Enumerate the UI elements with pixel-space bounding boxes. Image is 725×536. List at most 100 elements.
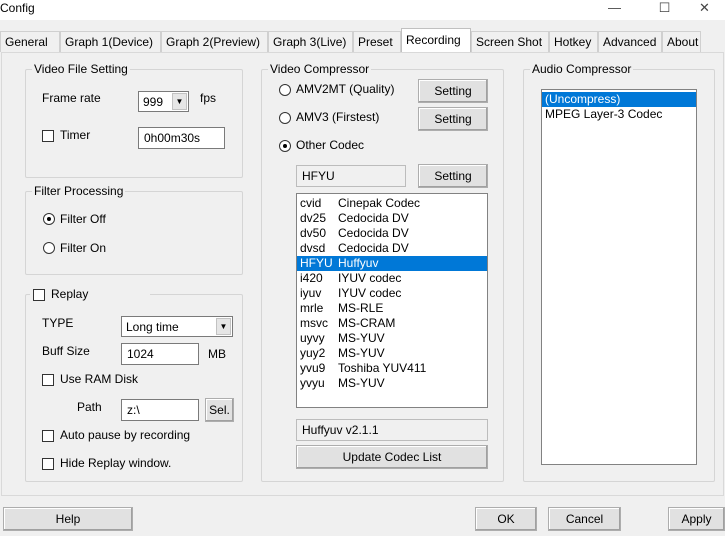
video-file-setting-group: Video File Setting — [25, 62, 243, 178]
codec-list-item[interactable]: dvsd Cedocida DV — [297, 241, 487, 256]
codec-name: Cedocida DV — [338, 241, 409, 255]
codec-list-item[interactable]: iyuv IYUV codec — [297, 286, 487, 301]
codec-name: MS-YUV — [338, 331, 385, 345]
hide-replay-label: Hide Replay window. — [60, 456, 172, 470]
other-codec-radio[interactable] — [279, 140, 291, 152]
amv2mt-setting-button[interactable]: Setting — [418, 79, 488, 103]
codec-setting-button[interactable]: Setting — [418, 164, 488, 188]
audio-list-item-selected[interactable]: (Uncompress) — [542, 92, 696, 107]
codec-list-item-selected[interactable]: HFYU Huffyuv — [297, 256, 487, 271]
codec-name: MS-RLE — [338, 301, 384, 315]
codec-name: Cedocida DV — [338, 211, 409, 225]
amv2mt-radio[interactable] — [279, 84, 291, 96]
ok-button[interactable]: OK — [475, 507, 537, 531]
tab-screen-shot[interactable]: Screen Shot — [471, 31, 549, 52]
fps-label: fps — [200, 91, 217, 105]
codec-name: MS-YUV — [338, 376, 385, 390]
replay-header — [30, 287, 150, 303]
path-field[interactable]: z:\ — [121, 399, 199, 421]
maximize-icon[interactable]: ☐ — [642, 0, 687, 18]
cancel-button[interactable]: Cancel — [548, 507, 621, 531]
close-icon[interactable]: ✕ — [682, 0, 725, 18]
frame-rate-value: 999 — [143, 95, 164, 109]
codec-name: Huffyuv — [338, 256, 379, 270]
codec-name: MS-CRAM — [338, 316, 396, 330]
replay-type-combo[interactable]: Long time ▼ — [121, 316, 233, 337]
codec-code: HFYU — [300, 256, 333, 270]
minimize-icon[interactable]: — — [592, 0, 637, 18]
filter-processing-group: Filter Processing — [25, 184, 243, 275]
apply-button[interactable]: Apply — [668, 507, 725, 531]
group-label: Video Compressor — [268, 62, 372, 76]
frame-rate-combo[interactable]: 999 ▼ — [138, 91, 189, 112]
codec-list-item[interactable]: uyvy MS-YUV — [297, 331, 487, 346]
codec-code: iyuv — [300, 286, 322, 300]
replay-label: Replay — [51, 287, 89, 301]
codec-list-item[interactable]: cvid Cinepak Codec — [297, 196, 487, 211]
codec-code: msvc — [300, 316, 328, 330]
codec-list[interactable]: cvid Cinepak Codec dv25 Cedocida DV dv50 Ce… — [296, 193, 488, 408]
codec-code: dvsd — [300, 241, 326, 255]
use-ram-disk-checkbox[interactable] — [42, 374, 54, 386]
group-label: Video File Setting — [32, 62, 130, 76]
codec-code: dv25 — [300, 211, 327, 225]
update-codec-list-button[interactable]: Update Codec List — [296, 445, 488, 469]
codec-list-item[interactable]: dv25 Cedocida DV — [297, 211, 487, 226]
codec-list-item[interactable]: yuy2 MS-YUV — [297, 346, 487, 361]
timer-field[interactable]: 0h00m30s — [138, 127, 225, 149]
tab-recording[interactable]: Recording — [401, 28, 471, 52]
filter-on-radio[interactable] — [43, 242, 55, 254]
hide-replay-checkbox[interactable] — [42, 458, 54, 470]
amv3-label: AMV3 (Firstest) — [296, 110, 380, 124]
tab-hotkey[interactable]: Hotkey — [549, 31, 598, 52]
codec-list-item[interactable]: i420 IYUV codec — [297, 271, 487, 286]
codec-name: Cedocida DV — [338, 226, 409, 240]
tab-about[interactable]: About — [662, 31, 701, 52]
chevron-down-icon[interactable]: ▼ — [172, 93, 187, 110]
tab-general[interactable]: General — [0, 31, 60, 52]
amv2mt-label: AMV2MT (Quality) — [296, 82, 395, 96]
path-select-button[interactable]: Sel. — [205, 398, 234, 422]
audio-codec-list[interactable]: (Uncompress) MPEG Layer-3 Codec — [541, 89, 697, 465]
tab-preset[interactable]: Preset — [353, 31, 401, 52]
codec-code: yuy2 — [300, 346, 326, 360]
use-ram-disk-label: Use RAM Disk — [60, 372, 139, 386]
buff-size-label: Buff Size — [42, 344, 90, 358]
audio-list-item[interactable]: MPEG Layer-3 Codec — [542, 107, 696, 122]
type-label: TYPE — [42, 316, 74, 330]
codec-version-field: Huffyuv v2.1.1 — [296, 419, 488, 441]
codec-list-item[interactable]: yvyu MS-YUV — [297, 376, 487, 391]
timer-label: Timer — [60, 128, 91, 142]
codec-list-item[interactable]: yvu9 Toshiba YUV411 — [297, 361, 487, 376]
help-button[interactable]: Help — [3, 507, 133, 531]
timer-checkbox[interactable] — [42, 130, 54, 142]
replay-type-value: Long time — [126, 320, 179, 334]
codec-list-item[interactable]: msvc MS-CRAM — [297, 316, 487, 331]
other-codec-label: Other Codec — [296, 138, 365, 152]
filter-off-radio[interactable] — [43, 213, 55, 225]
tab-strip: General Graph 1(Device) Graph 2(Preview)… — [0, 28, 701, 52]
codec-code: cvid — [300, 196, 322, 210]
codec-code: yvu9 — [300, 361, 326, 375]
frame-rate-label: Frame rate — [42, 91, 101, 105]
filter-on-label: Filter On — [60, 241, 107, 255]
codec-name: Cinepak Codec — [338, 196, 421, 210]
codec-name: MS-YUV — [338, 346, 385, 360]
tab-graph2[interactable]: Graph 2(Preview) — [161, 31, 268, 52]
tab-graph3[interactable]: Graph 3(Live) — [268, 31, 353, 52]
codec-name: Toshiba YUV411 — [338, 361, 427, 375]
tab-graph1[interactable]: Graph 1(Device) — [60, 31, 161, 52]
path-label: Path — [77, 400, 102, 414]
codec-name: IYUV codec — [338, 286, 402, 300]
chevron-down-icon[interactable]: ▼ — [216, 318, 231, 335]
amv3-setting-button[interactable]: Setting — [418, 107, 488, 131]
codec-list-item[interactable]: mrle MS-RLE — [297, 301, 487, 316]
amv3-radio[interactable] — [279, 112, 291, 124]
codec-code: yvyu — [300, 376, 325, 390]
tab-advanced[interactable]: Advanced — [598, 31, 662, 52]
replay-checkbox[interactable] — [33, 289, 45, 301]
codec-list-item[interactable]: dv50 Cedocida DV — [297, 226, 487, 241]
buff-size-field[interactable]: 1024 — [121, 343, 199, 365]
auto-pause-checkbox[interactable] — [42, 430, 54, 442]
window-title: Config — [0, 1, 35, 15]
